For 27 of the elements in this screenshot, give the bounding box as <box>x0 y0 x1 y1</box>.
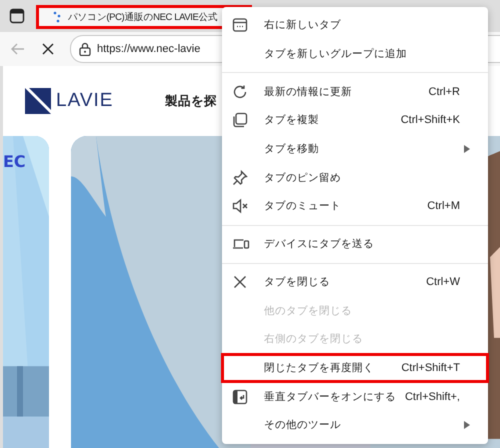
close-icon <box>232 274 248 290</box>
menu-item[interactable]: タブのピン留め <box>222 163 488 192</box>
menu-item[interactable]: タブを移動 <box>222 134 488 164</box>
tab-title: パソコン(PC)通販のNEC LAVIE公式 <box>68 10 218 24</box>
lavie-logo[interactable]: LAVIE <box>25 88 165 114</box>
menu-item[interactable]: タブを新しいグループに追加 <box>222 40 488 68</box>
menu-item[interactable]: 最新の情報に更新 Ctrl+R <box>222 77 488 106</box>
stop-button[interactable] <box>40 41 56 57</box>
duplicate-icon <box>232 112 248 128</box>
menu-item[interactable]: 閉じたタブを再度開く Ctrl+Shift+T <box>222 354 488 382</box>
vertical-tabs-icon <box>232 388 248 405</box>
lock-icon <box>79 42 91 56</box>
menu-item[interactable]: デバイスにタブを送る <box>222 230 488 258</box>
refresh-icon <box>232 84 248 100</box>
menu-item[interactable]: タブを複製 Ctrl+Shift+K <box>222 106 488 135</box>
menu-item[interactable]: 垂直タブバーをオンにする Ctrl+Shift+, <box>222 382 488 411</box>
devices-icon <box>232 237 250 252</box>
url-text: https://www.nec-lavie <box>97 43 200 55</box>
logo-text: EC <box>3 152 26 171</box>
speaker-muted-icon <box>232 198 250 214</box>
menu-item[interactable]: その他のツール <box>222 410 488 440</box>
menu-item[interactable]: タブのミュート Ctrl+M <box>222 192 488 221</box>
new-tab-icon <box>232 17 248 34</box>
loading-icon <box>53 11 63 23</box>
menu-item[interactable]: タブを閉じる Ctrl+W <box>222 268 488 296</box>
pin-icon <box>232 170 248 186</box>
nav-link[interactable]: 製品を探 <box>165 92 217 110</box>
